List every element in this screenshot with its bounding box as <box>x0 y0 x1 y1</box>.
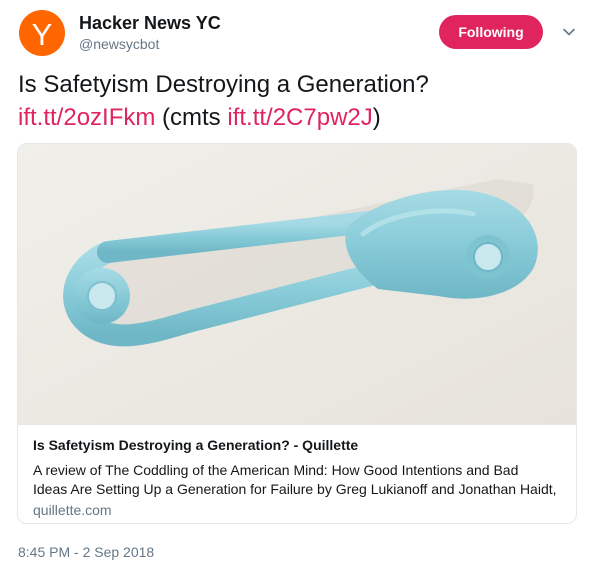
card-description: A review of The Coddling of the American… <box>33 461 561 499</box>
user-handle[interactable]: @newsycbot <box>79 36 159 52</box>
card-description-line-1: A review of The Coddling of the American… <box>33 462 519 478</box>
card-body: Is Safetyism Destroying a Generation? - … <box>18 424 576 523</box>
card-title[interactable]: Is Safetyism Destroying a Generation? - … <box>33 437 358 453</box>
tweet-text-line-2: ift.tt/2ozIFkm (cmts ift.tt/2C7pw2J) <box>18 101 588 134</box>
tweet: Y Hacker News YC @newsycbot Following Is… <box>0 0 600 571</box>
link-preview-card[interactable]: Is Safetyism Destroying a Generation? - … <box>17 143 577 524</box>
card-description-line-2: Ideas Are Setting Up a Generation for Fa… <box>33 481 557 497</box>
article-link[interactable]: ift.tt/2ozIFkm <box>18 104 155 131</box>
closing-paren: ) <box>372 104 381 131</box>
card-image[interactable] <box>18 144 576 424</box>
avatar-letter: Y <box>31 16 53 52</box>
card-domain: quillette.com <box>33 502 112 518</box>
timestamp[interactable]: 8:45 PM - 2 Sep 2018 <box>18 544 154 560</box>
safety-pin-image <box>18 144 576 424</box>
avatar[interactable]: Y <box>19 10 65 56</box>
tweet-text-line-1: Is Safetyism Destroying a Generation? <box>18 71 429 98</box>
comments-link[interactable]: ift.tt/2C7pw2J <box>227 104 372 131</box>
chevron-down-icon[interactable] <box>562 25 576 39</box>
following-button[interactable]: Following <box>439 15 543 49</box>
tweet-text: Is Safetyism Destroying a Generation? if… <box>18 68 588 134</box>
comments-label: (cmts <box>155 104 228 131</box>
display-name[interactable]: Hacker News YC <box>79 13 221 34</box>
